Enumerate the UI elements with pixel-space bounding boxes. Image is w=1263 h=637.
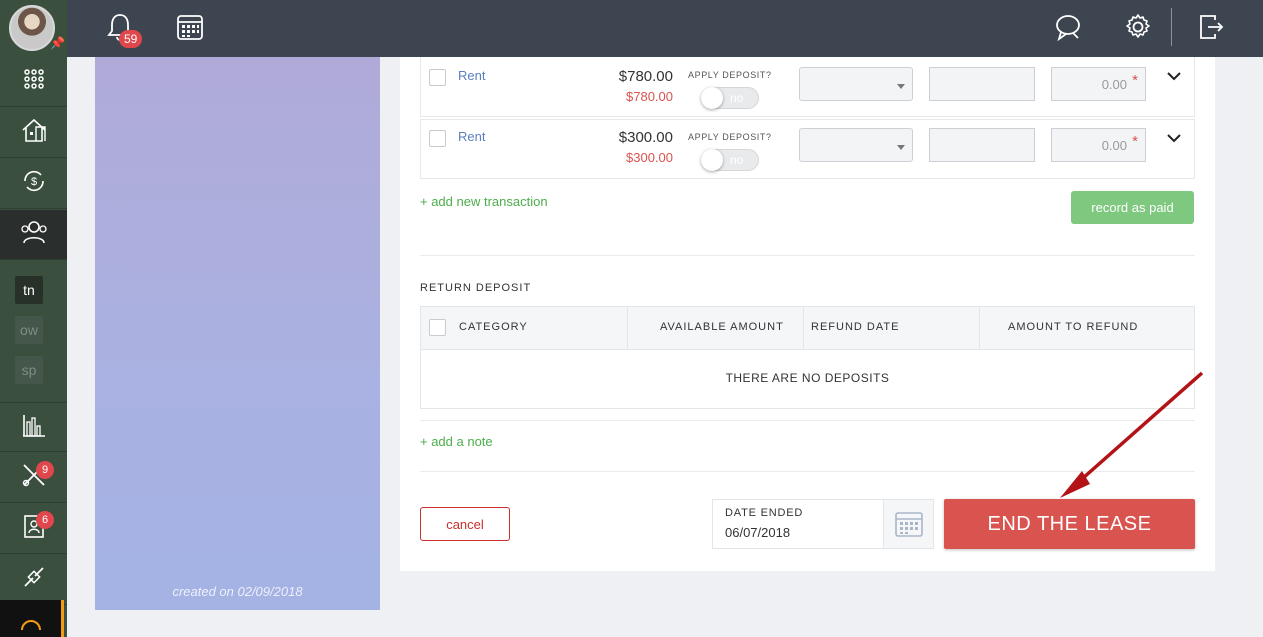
avatar[interactable] <box>9 5 55 51</box>
sidebar-item-maintenance[interactable] <box>0 453 67 503</box>
transaction-due: $780.00 <box>626 89 673 104</box>
column-category[interactable]: CATEGORY <box>459 321 528 333</box>
sidebar-chip-ow[interactable]: ow <box>15 316 43 344</box>
transaction-amount: $300.00 <box>618 129 673 146</box>
deposit-table-header: CATEGORY AVAILABLE AMOUNT REFUND DATE AM… <box>421 307 1194 350</box>
svg-text:$: $ <box>30 176 36 188</box>
amount-field[interactable]: 0.00 * <box>1051 128 1146 162</box>
date-ended-field[interactable]: DATE ENDED 06/07/2018 <box>712 499 934 549</box>
amount-field[interactable]: 0.00 * <box>1051 67 1146 101</box>
expand-chevron-icon[interactable] <box>1167 71 1181 81</box>
annotation-arrow-icon <box>1060 371 1204 498</box>
end-lease-button[interactable]: END THE LEASE <box>944 499 1195 549</box>
record-as-paid-button[interactable]: record as paid <box>1071 191 1194 224</box>
return-deposit-title: RETURN DEPOSIT <box>420 282 532 294</box>
pin-icon[interactable]: 📌 <box>50 36 65 50</box>
transaction-row: Rent $300.00 $300.00 APPLY DEPOSIT? no 0… <box>420 119 1195 179</box>
sidebar-chip-sp[interactable]: sp <box>15 356 43 384</box>
toggle-knob <box>701 87 723 109</box>
support-button[interactable] <box>0 600 64 637</box>
created-date: created on 02/09/2018 <box>172 584 303 599</box>
column-amount-to-refund[interactable]: AMOUNT TO REFUND <box>1008 321 1138 333</box>
apply-deposit-toggle[interactable]: no <box>701 87 759 109</box>
expand-chevron-icon[interactable] <box>1167 133 1181 143</box>
properties-icon <box>21 117 47 148</box>
toggle-knob <box>701 149 723 171</box>
sidebar-item-people[interactable] <box>0 210 67 260</box>
add-transaction-link[interactable]: + add new transaction <box>420 194 548 209</box>
maintenance-badge: 9 <box>36 461 54 479</box>
sidebar-item-links[interactable] <box>0 555 67 605</box>
transaction-due: $300.00 <box>626 150 673 165</box>
applications-badge: 6 <box>36 511 54 529</box>
logout-icon[interactable] <box>1196 12 1226 42</box>
sidebar-item-apps[interactable] <box>0 57 67 107</box>
apply-deposit-toggle[interactable]: no <box>701 149 759 171</box>
date-ended-value[interactable]: 06/07/2018 <box>725 525 790 540</box>
sidebar-item-properties[interactable] <box>0 108 67 158</box>
transaction-checkbox[interactable] <box>429 130 446 147</box>
add-note-link[interactable]: + add a note <box>420 434 493 449</box>
top-bar: 📌 59 <box>0 0 1263 57</box>
sidebar-item-accounting[interactable]: $ <box>0 159 67 209</box>
column-available-amount[interactable]: AVAILABLE AMOUNT <box>660 321 784 333</box>
transaction-amount: $780.00 <box>618 68 673 85</box>
user-avatar-area[interactable]: 📌 <box>0 0 67 57</box>
date-picker-button[interactable] <box>883 500 933 548</box>
column-separator <box>627 307 628 350</box>
apply-deposit-label: APPLY DEPOSIT? <box>688 132 772 142</box>
headset-icon <box>21 620 41 631</box>
amount-value: 0.00 <box>1101 77 1127 92</box>
sidebar-item-reports[interactable] <box>0 402 67 452</box>
column-separator <box>803 307 804 350</box>
reports-icon <box>21 412 47 443</box>
column-refund-date[interactable]: REFUND DATE <box>811 321 899 333</box>
sidebar-chip-tn[interactable]: tn <box>15 276 43 304</box>
accounting-icon: $ <box>21 168 47 199</box>
chevron-down-icon <box>897 145 905 150</box>
toggle-text: no <box>730 153 744 167</box>
payment-date-field[interactable] <box>929 128 1035 162</box>
apply-deposit-label: APPLY DEPOSIT? <box>688 70 772 80</box>
payment-date-field[interactable] <box>929 67 1035 101</box>
divider <box>420 255 1195 256</box>
apps-grid-icon <box>23 68 45 95</box>
select-all-checkbox[interactable] <box>429 319 446 336</box>
calendar-icon[interactable] <box>175 12 205 42</box>
people-icon <box>20 219 48 250</box>
deposit-select[interactable] <box>799 128 913 162</box>
amount-value: 0.00 <box>1101 138 1127 153</box>
sidebar: $ tn ow sp 9 6 <box>0 57 67 637</box>
toggle-text: no <box>730 91 744 105</box>
notification-badge: 59 <box>119 30 143 48</box>
cancel-button[interactable]: cancel <box>420 507 510 541</box>
date-ended-label: DATE ENDED <box>725 507 804 519</box>
lease-summary-panel: created on 02/09/2018 <box>95 57 380 610</box>
transaction-category[interactable]: Rent <box>458 68 485 83</box>
required-icon: * <box>1132 72 1138 89</box>
column-separator <box>979 307 980 350</box>
sidebar-item-applications[interactable] <box>0 504 67 554</box>
transaction-category[interactable]: Rent <box>458 129 485 144</box>
header-divider <box>1171 8 1172 46</box>
transaction-checkbox[interactable] <box>429 69 446 86</box>
required-icon: * <box>1132 133 1138 150</box>
link-icon <box>21 564 47 595</box>
transaction-row: Rent $780.00 $780.00 APPLY DEPOSIT? no 0… <box>420 57 1195 117</box>
chevron-down-icon <box>897 84 905 89</box>
calendar-icon <box>894 512 923 537</box>
chat-icon[interactable] <box>1053 12 1083 42</box>
gear-icon[interactable] <box>1123 12 1153 42</box>
deposit-select[interactable] <box>799 67 913 101</box>
